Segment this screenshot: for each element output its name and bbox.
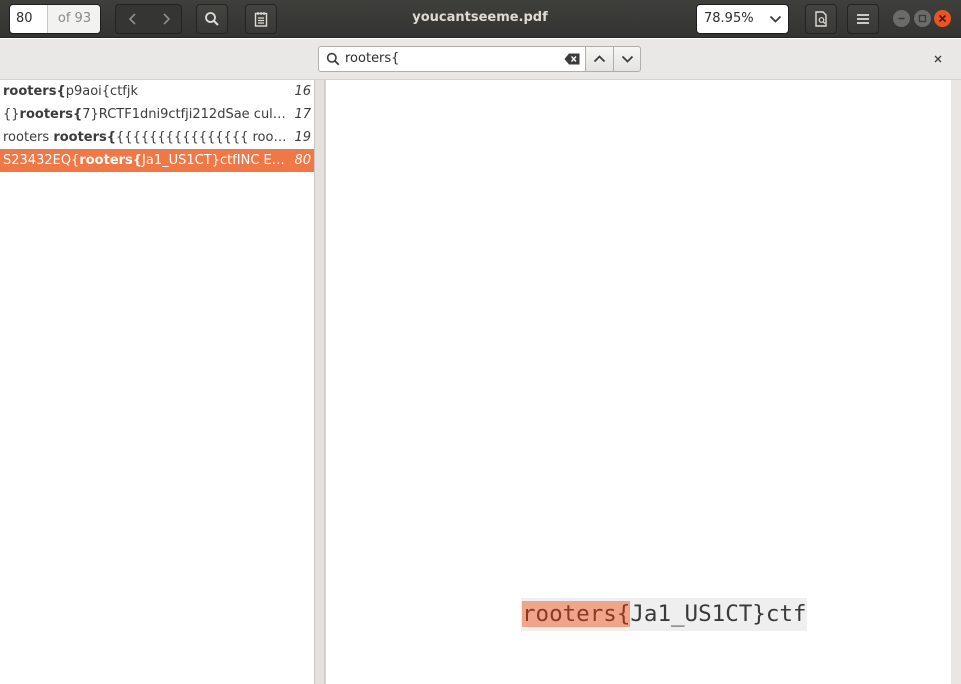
annotations-button[interactable] xyxy=(245,4,277,34)
result-match: rooters{ xyxy=(53,130,117,145)
page-text: Ja1_US1CT}ctf xyxy=(630,601,807,627)
document-icon xyxy=(815,11,827,27)
result-suffix: p9aoi{ctfjk xyxy=(65,84,139,99)
pdf-page: rooters{Ja1_US1CT}ctf xyxy=(326,80,951,684)
search-result-item-selected[interactable]: S23432EQ{rooters{Ja1_US1CT}ctfINC ER… 80 xyxy=(0,149,314,172)
search-icon xyxy=(205,12,219,26)
search-icon xyxy=(326,52,340,66)
search-result-item[interactable]: rooters{p9aoi{ctfjk 16 xyxy=(0,80,314,103)
find-previous-button[interactable] xyxy=(586,46,614,72)
window-title: youcantseeme.pdf xyxy=(412,10,548,25)
search-input[interactable]: rooters{ xyxy=(318,46,586,72)
previous-page-button[interactable] xyxy=(116,5,149,33)
search-result-item[interactable]: {}rooters{7}RCTF1dni9ctfji212dSae culu… … xyxy=(0,103,314,126)
next-page-button[interactable] xyxy=(149,5,182,33)
send-to-button[interactable] xyxy=(805,4,837,34)
hamburger-menu-icon xyxy=(857,14,869,24)
result-suffix: {{{{{{{{{{{{{{{{ rooters roo… xyxy=(116,130,289,145)
chevron-up-icon xyxy=(593,55,606,63)
pane-divider[interactable] xyxy=(314,80,325,684)
document-view[interactable]: rooters{Ja1_US1CT}ctf xyxy=(325,80,961,684)
menu-button[interactable] xyxy=(847,4,879,34)
find-next-button[interactable] xyxy=(613,46,641,72)
result-page-number: 16 xyxy=(294,84,311,99)
notepad-icon xyxy=(254,12,268,27)
chevron-right-icon xyxy=(162,13,170,25)
zoom-value: 78.95% xyxy=(704,11,754,26)
result-prefix: rooters xyxy=(3,130,54,145)
find-bar: rooters{ xyxy=(0,39,961,80)
result-prefix: {} xyxy=(3,107,20,122)
header-bar: 80 of 93 youcantseeme.pdf 78.95% xyxy=(0,0,961,38)
maximize-button[interactable] xyxy=(914,10,931,27)
page-text-line: rooters{Ja1_US1CT}ctf xyxy=(521,598,808,631)
find-button[interactable] xyxy=(196,4,228,34)
search-result-item[interactable]: rooters rooters{{{{{{{{{{{{{{{{{ rooters… xyxy=(0,126,314,149)
result-match: rooters{ xyxy=(19,107,83,122)
result-match: rooters{ xyxy=(3,84,66,99)
search-results-list: rooters{p9aoi{ctfjk 16 {}rooters{7}RCTF1… xyxy=(0,80,314,684)
minimize-icon xyxy=(898,17,905,20)
minimize-button[interactable] xyxy=(893,10,910,27)
chevron-left-icon xyxy=(128,13,136,25)
page-number-entry[interactable]: 80 of 93 xyxy=(9,4,101,34)
search-query[interactable]: rooters{ xyxy=(345,47,399,71)
current-page-field[interactable]: 80 xyxy=(10,5,47,33)
chevron-down-icon xyxy=(621,55,633,63)
search-match-highlight: rooters{ xyxy=(522,601,631,627)
result-page-number: 19 xyxy=(294,130,311,145)
close-window-button[interactable] xyxy=(934,10,951,27)
result-page-number: 17 xyxy=(294,107,311,122)
result-suffix: Ja1_US1CT}ctfINC ER… xyxy=(142,153,289,168)
result-match: rooters{ xyxy=(79,153,143,168)
close-find-button[interactable] xyxy=(930,51,946,67)
result-suffix: 7}RCTF1dni9ctfji212dSae culu… xyxy=(82,107,289,122)
chevron-down-icon xyxy=(769,15,782,23)
clear-text-icon[interactable] xyxy=(564,53,580,65)
close-icon xyxy=(938,14,947,23)
result-prefix: S23432EQ{ xyxy=(3,153,80,168)
page-navigation xyxy=(115,4,182,34)
result-page-number: 80 xyxy=(294,153,311,168)
total-pages-label: of 93 xyxy=(47,5,100,33)
maximize-icon xyxy=(918,14,927,23)
vertical-scrollbar[interactable] xyxy=(951,80,961,684)
close-icon xyxy=(934,55,942,63)
zoom-select[interactable]: 78.95% xyxy=(696,4,789,34)
